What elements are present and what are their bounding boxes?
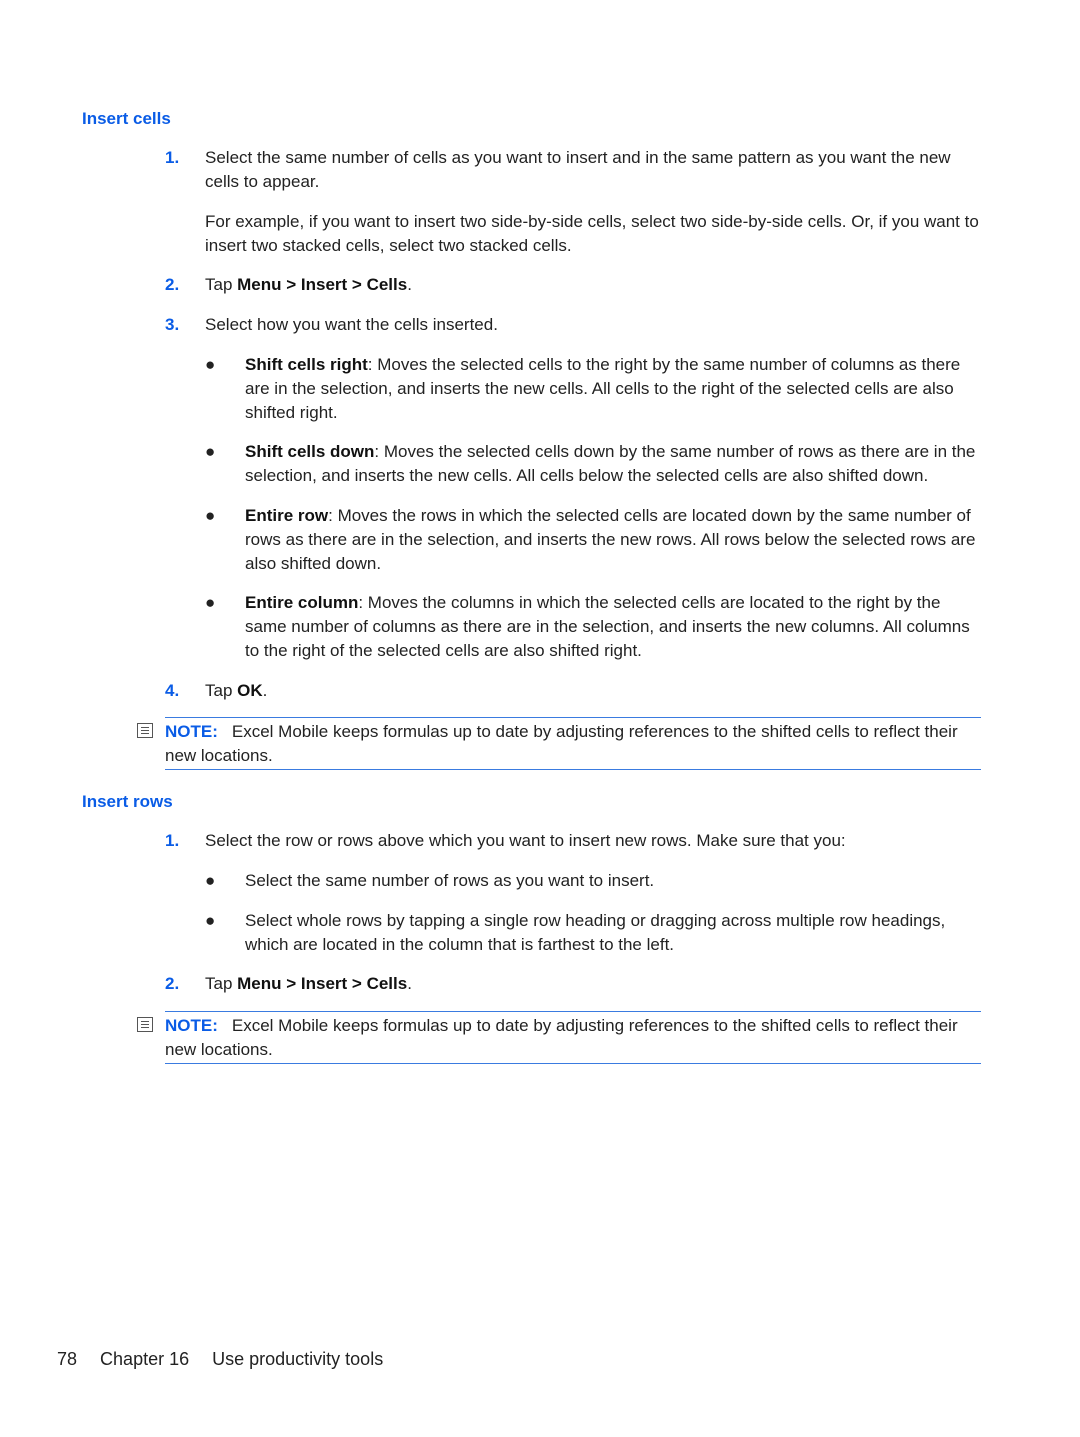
- option-name: Entire column: [245, 593, 359, 612]
- note-text: Excel Mobile keeps formulas up to date b…: [165, 722, 958, 765]
- step-paragraph: For example, if you want to insert two s…: [205, 212, 979, 255]
- bullet-text: Select the same number of rows as you wa…: [245, 871, 655, 890]
- section-heading-insert-cells: Insert cells: [82, 109, 171, 128]
- step-4: 4. Tap OK.: [165, 679, 985, 703]
- note-label: NOTE:: [165, 1016, 218, 1035]
- bullet-item: ● Entire row: Moves the rows in which th…: [205, 504, 985, 576]
- note-box: NOTE: Excel Mobile keeps formulas up to d…: [137, 717, 981, 770]
- chapter-label: Chapter 16: [100, 1349, 190, 1369]
- step-suffix: .: [407, 974, 412, 993]
- note-box: NOTE: Excel Mobile keeps formulas up to d…: [137, 1011, 981, 1064]
- step-number: 2.: [165, 275, 180, 294]
- bullet-item: ● Shift cells right: Moves the selected …: [205, 353, 985, 425]
- step-number: 2.: [165, 974, 180, 993]
- bullet-icon: ●: [205, 911, 216, 930]
- bullet-item: ● Shift cells down: Moves the selected c…: [205, 440, 985, 488]
- step-number: 1.: [165, 831, 180, 850]
- note-icon: [137, 1017, 153, 1032]
- option-name: Entire row: [245, 506, 329, 525]
- bullet-item: ● Select the same number of rows as you …: [205, 869, 985, 893]
- step-number: 3.: [165, 315, 180, 334]
- bullet-icon: ●: [205, 871, 216, 890]
- note-icon: [137, 723, 153, 738]
- section-heading-insert-rows: Insert rows: [82, 792, 173, 811]
- menu-path: Menu > Insert > Cells: [237, 275, 408, 294]
- step-3: 3. Select how you want the cells inserte…: [165, 313, 985, 337]
- bullet-icon: ●: [205, 355, 216, 374]
- bullet-icon: ●: [205, 442, 216, 461]
- ok-label: OK: [237, 681, 263, 700]
- note-text: Excel Mobile keeps formulas up to date b…: [165, 1016, 958, 1059]
- step-2: 2. Tap Menu > Insert > Cells.: [165, 972, 985, 996]
- step-prefix: Tap: [205, 974, 238, 993]
- option-description: : Moves the rows in which the selected c…: [245, 506, 976, 573]
- step-prefix: Tap: [205, 681, 238, 700]
- page-number: 78: [57, 1349, 78, 1369]
- step-text: Select how you want the cells inserted.: [205, 315, 498, 334]
- bullet-text: Select whole rows by tapping a single ro…: [245, 911, 946, 954]
- step-suffix: .: [262, 681, 268, 700]
- menu-path: Menu > Insert > Cells: [237, 974, 408, 993]
- chapter-title: Use productivity tools: [212, 1349, 384, 1369]
- step-suffix: .: [407, 275, 412, 294]
- step-prefix: Tap: [205, 275, 238, 294]
- bullet-item: ● Entire column: Moves the columns in wh…: [205, 591, 985, 663]
- step-1: 1. Select the same number of cells as yo…: [165, 146, 985, 194]
- bullet-icon: ●: [205, 506, 216, 525]
- step-text: Select the same number of cells as you w…: [205, 148, 951, 191]
- step-1: 1. Select the row or rows above which yo…: [165, 829, 985, 853]
- bullet-icon: ●: [205, 593, 216, 612]
- page-footer: 78 Chapter 16 Use productivity tools: [57, 1349, 401, 1370]
- step-number: 1.: [165, 148, 180, 167]
- bullet-item: ● Select whole rows by tapping a single …: [205, 909, 985, 957]
- option-name: Shift cells down: [245, 442, 375, 461]
- note-label: NOTE:: [165, 722, 218, 741]
- step-number: 4.: [165, 681, 180, 700]
- step-text: Select the row or rows above which you w…: [205, 831, 846, 850]
- option-name: Shift cells right: [245, 355, 368, 374]
- step-2: 2. Tap Menu > Insert > Cells.: [165, 273, 985, 297]
